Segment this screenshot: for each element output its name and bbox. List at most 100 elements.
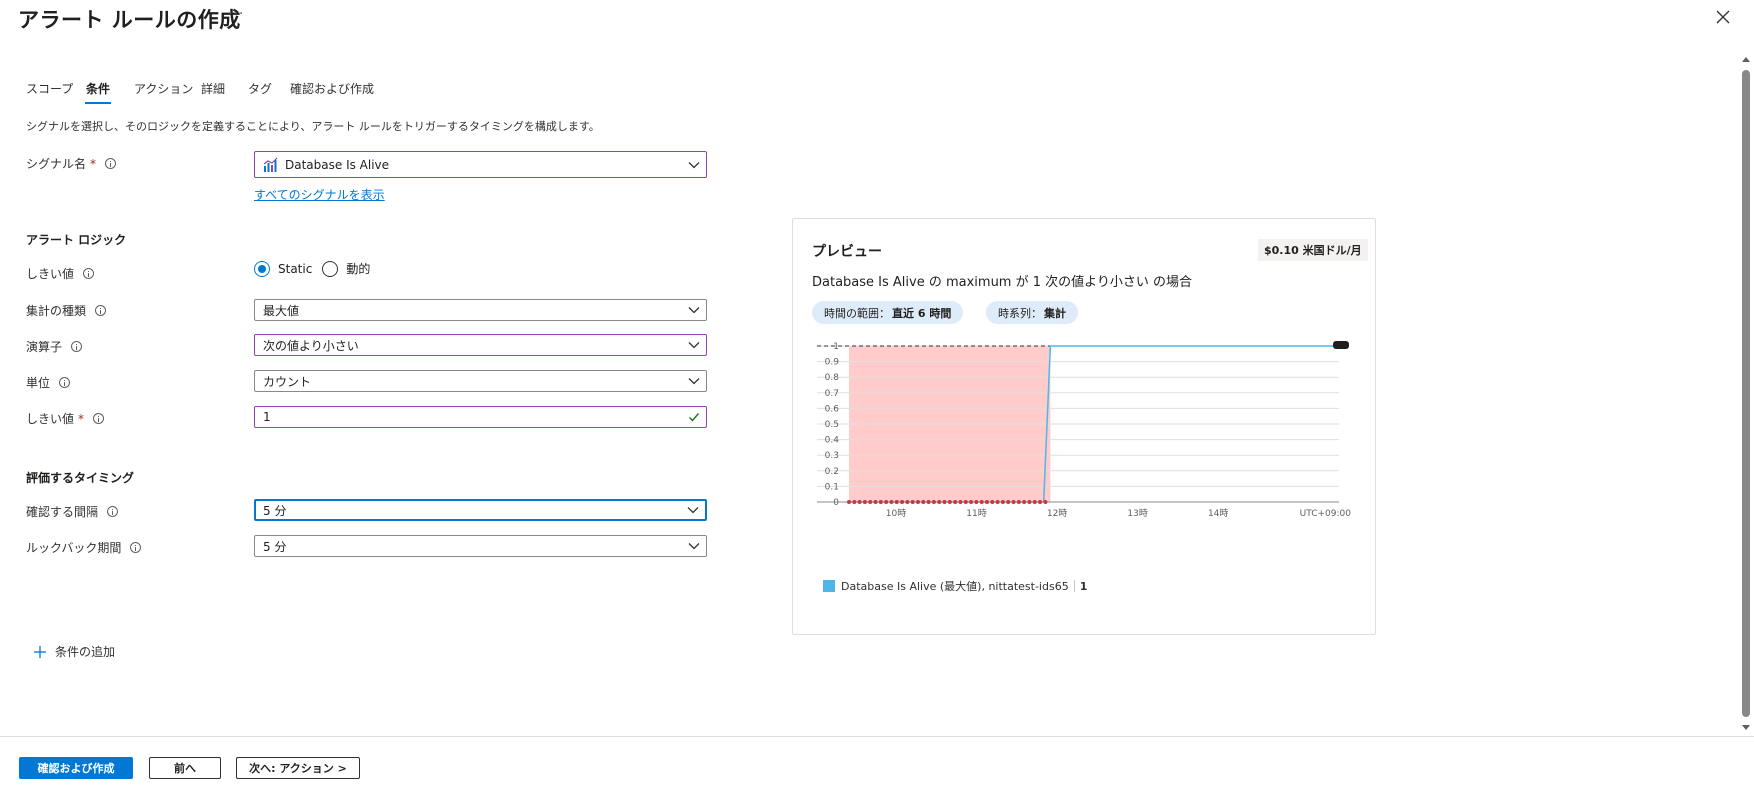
alert-marker xyxy=(910,500,915,504)
signal-name-select[interactable]: Database Is Alive xyxy=(254,151,707,178)
alert-marker xyxy=(862,500,867,504)
info-icon[interactable] xyxy=(105,158,117,169)
chevron-down-icon xyxy=(687,507,699,514)
alert-marker xyxy=(889,500,894,504)
x-tick-label: 10時 xyxy=(886,508,906,519)
tab-tags[interactable]: タグ xyxy=(248,80,272,97)
lookback-select[interactable]: 5 分 xyxy=(254,535,707,557)
chevron-down-icon xyxy=(688,378,700,385)
alert-marker xyxy=(847,500,851,504)
alert-marker xyxy=(931,500,936,504)
add-condition-button[interactable]: 条件の追加 xyxy=(33,643,115,660)
metric-chart-icon xyxy=(263,157,278,172)
unit-select[interactable]: カウント xyxy=(254,370,707,392)
scroll-thumb[interactable] xyxy=(1742,70,1750,717)
y-tick-label: 0.4 xyxy=(825,436,840,446)
legend-series-value: 1 xyxy=(1079,579,1088,593)
unit-label: 単位 xyxy=(26,374,71,391)
y-tick-label: 0 xyxy=(833,498,839,508)
threshold-type-label: しきい値 xyxy=(26,265,95,282)
plus-icon xyxy=(34,645,46,658)
signal-name-value: Database Is Alive xyxy=(285,157,390,172)
info-icon[interactable] xyxy=(59,377,71,388)
legend-separator xyxy=(1073,580,1075,592)
info-icon[interactable] xyxy=(107,506,119,517)
series-end-marker xyxy=(1333,341,1349,349)
alert-logic-heading: アラート ロジック xyxy=(26,233,127,247)
chevron-down-icon xyxy=(688,342,700,349)
tab-action[interactable]: アクション xyxy=(134,80,193,97)
previous-button[interactable]: 前へ xyxy=(149,757,221,779)
y-tick-label: 0.1 xyxy=(825,482,839,492)
time-range-pill[interactable]: 時間の範囲： 直近 6 時間 xyxy=(812,301,964,324)
alert-marker xyxy=(1022,500,1027,504)
close-icon[interactable] xyxy=(1712,6,1734,28)
alert-marker xyxy=(979,500,984,504)
alert-marker xyxy=(947,500,952,504)
tab-scope[interactable]: スコープ xyxy=(26,80,73,97)
info-icon[interactable] xyxy=(71,341,83,352)
more-options-button[interactable]: ··· xyxy=(228,6,244,22)
vertical-scrollbar[interactable] xyxy=(1738,54,1754,735)
alert-marker xyxy=(1043,500,1048,504)
show-all-signals-link[interactable]: すべてのシグナルを表示 xyxy=(254,186,385,203)
alert-marker xyxy=(852,500,857,504)
review-create-button[interactable]: 確認および作成 xyxy=(19,757,133,779)
signal-name-label: シグナル名 * xyxy=(26,155,117,172)
alert-marker xyxy=(995,500,1000,504)
lookback-label: ルックバック期間 xyxy=(26,539,142,556)
active-tab-indicator xyxy=(85,102,111,104)
tab-review-create[interactable]: 確認および作成 xyxy=(290,80,374,97)
static-radio-label: Static xyxy=(278,261,313,276)
alert-marker xyxy=(1011,500,1016,504)
alert-marker xyxy=(873,500,878,504)
scroll-down-arrow[interactable] xyxy=(1742,725,1750,730)
checkmark-icon xyxy=(689,413,700,422)
panel-header: アラート ルールの作成 ··· xyxy=(0,0,1754,48)
required-mark: * xyxy=(78,411,85,426)
x-tick-label: 12時 xyxy=(1047,508,1067,519)
info-icon[interactable] xyxy=(93,413,105,424)
alert-marker xyxy=(958,500,963,504)
alert-marker xyxy=(905,500,910,504)
static-radio[interactable] xyxy=(254,260,270,277)
tab-details[interactable]: 詳細 xyxy=(201,80,225,97)
dynamic-radio[interactable] xyxy=(322,260,339,277)
alert-marker xyxy=(969,500,974,504)
legend-series-name: Database Is Alive (最大値), nittatest-ids65 xyxy=(841,580,1069,593)
alert-marker xyxy=(937,500,942,504)
y-tick-label: 0.3 xyxy=(825,451,839,461)
chart-legend: Database Is Alive (最大値), nittatest-ids65… xyxy=(823,578,1087,594)
info-icon[interactable] xyxy=(83,268,95,279)
frequency-select[interactable]: 5 分 xyxy=(254,499,707,521)
operator-select[interactable]: 次の値より小さい xyxy=(254,334,707,356)
time-series-pill[interactable]: 時系列： 集計 xyxy=(986,301,1078,324)
x-tick-label: 13時 xyxy=(1127,508,1147,519)
alert-marker xyxy=(1027,500,1032,504)
info-icon[interactable] xyxy=(130,542,142,553)
alert-marker xyxy=(921,500,926,504)
scroll-up-arrow[interactable] xyxy=(1742,57,1750,62)
required-mark: * xyxy=(90,156,97,171)
info-icon[interactable] xyxy=(95,305,107,316)
alert-marker xyxy=(894,500,899,504)
alert-marker xyxy=(857,500,862,504)
aggregation-type-select[interactable]: 最大値 xyxy=(254,299,707,321)
preview-panel: プレビュー $0.10 米国ドル/月 Database Is Alive の m… xyxy=(792,218,1376,635)
threshold-type-radio-group: Static 動的 xyxy=(254,260,370,277)
tab-condition[interactable]: 条件 xyxy=(86,80,110,97)
cost-badge: $0.10 米国ドル/月 xyxy=(1258,239,1368,261)
next-action-button[interactable]: 次へ: アクション > xyxy=(236,757,360,779)
alert-marker xyxy=(963,500,968,504)
threshold-value-input[interactable]: 1 xyxy=(254,406,707,428)
x-tick-label: 11時 xyxy=(966,508,986,519)
preview-description: Database Is Alive の maximum が 1 次の値より小さい… xyxy=(812,275,1193,290)
alert-marker xyxy=(878,500,883,504)
timezone-label: UTC+09:00 xyxy=(1300,509,1352,519)
alert-marker xyxy=(1000,500,1005,504)
alert-marker xyxy=(1032,500,1037,504)
alert-marker xyxy=(953,500,958,504)
y-tick-label: 0.2 xyxy=(825,467,839,477)
chevron-down-icon xyxy=(688,162,700,169)
section-description: シグナルを選択し、そのロジックを定義することにより、アラート ルールをトリガーす… xyxy=(26,120,600,133)
